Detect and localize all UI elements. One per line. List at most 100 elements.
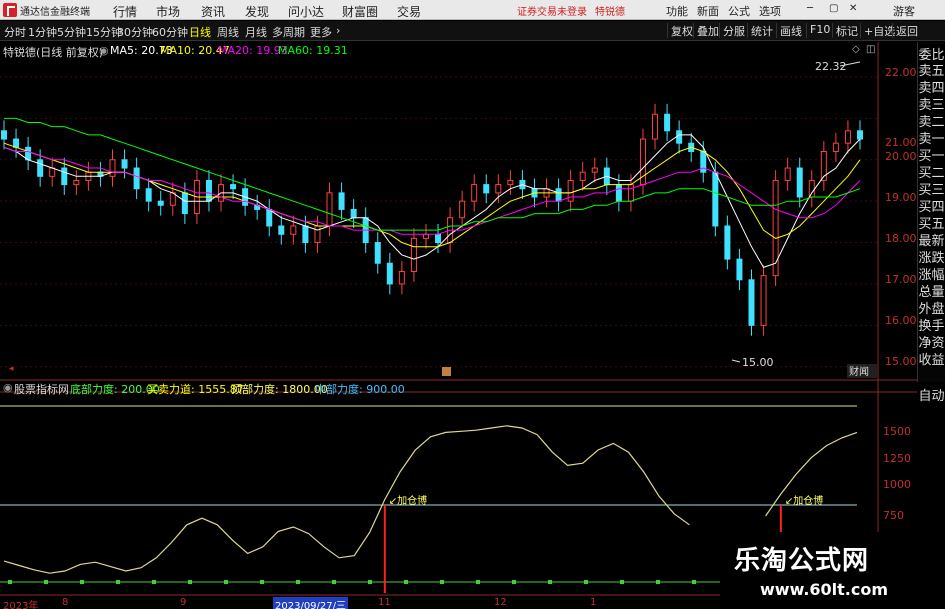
candle-body: [302, 225, 309, 244]
candle-body: [133, 167, 140, 190]
candle-body: [495, 184, 502, 194]
x-axis-cursor-label: 2023/09/27/三: [273, 597, 349, 609]
indicator-dot-icon: ◉: [3, 381, 13, 394]
scroll-left-icon[interactable]: ◂: [9, 364, 14, 374]
bottom-strength-dot: [44, 580, 48, 584]
bottom-strength-dot: [80, 580, 84, 584]
candle-body: [652, 113, 659, 140]
candle-body: [181, 192, 188, 215]
candle-body: [676, 130, 683, 144]
candle-body: [145, 188, 152, 202]
signal-label: ↙加仓博: [389, 494, 427, 507]
fin-badge[interactable]: 财闻: [849, 365, 869, 378]
candle-body: [784, 167, 791, 181]
bottom-strength-dot: [332, 580, 336, 584]
x-axis-label: 2023年: [3, 601, 39, 609]
candle-body: [386, 262, 393, 285]
candle-body: [712, 171, 719, 227]
legend-dot-icon: ◉: [99, 44, 109, 57]
indicator-tick: 1500: [883, 425, 911, 438]
bottom-strength-dot: [404, 580, 408, 584]
candle-body: [410, 237, 417, 273]
candle-body: [278, 225, 285, 235]
candle-body: [760, 275, 767, 326]
candle-body: [507, 179, 514, 186]
watermark-title: 乐淘公式网: [734, 546, 870, 576]
high-label: 22.32: [815, 60, 847, 73]
candle-body: [615, 184, 622, 202]
indicator-tick: 1250: [883, 452, 911, 465]
candle-body: [627, 184, 634, 202]
candle-body: [422, 233, 429, 239]
candle-body: [796, 167, 803, 198]
candle-body: [326, 192, 333, 227]
event-marker-icon[interactable]: [442, 367, 451, 376]
indicator-tick: 1000: [883, 478, 911, 491]
bottom-strength-dot: [656, 580, 660, 584]
bottom-strength-dot: [188, 580, 192, 584]
bottom-strength-dot: [296, 580, 300, 584]
watermark: 乐淘公式网 www.60lt.com: [720, 532, 930, 607]
candle-body: [772, 179, 779, 277]
bottom-strength-dot: [260, 580, 264, 584]
indicator-tick: 750: [883, 509, 904, 522]
candle-body: [808, 179, 815, 198]
candle-body: [724, 225, 731, 260]
bottom-strength-dot: [692, 580, 696, 584]
candle-body: [61, 167, 68, 186]
x-axis-label: 1: [590, 597, 597, 608]
price-tick: 20.00: [885, 150, 917, 163]
bottom-strength-dot: [440, 580, 444, 584]
candle-body: [73, 179, 80, 186]
price-tick: 19.00: [885, 191, 917, 204]
candle-body: [844, 130, 851, 144]
candle-body: [555, 188, 562, 202]
bottom-strength-dot: [620, 580, 624, 584]
candle-body: [25, 146, 32, 161]
side-item[interactable]: 收益: [918, 349, 945, 368]
bottom-strength-dot: [152, 580, 156, 584]
bottom-strength-dot: [368, 580, 372, 584]
mid-strength-legend: 中部力度: 900.00: [315, 383, 405, 396]
candle-body: [109, 159, 116, 177]
price-tick: 16.00: [885, 314, 917, 327]
candle-body: [483, 184, 490, 194]
candle-body: [121, 159, 128, 169]
candle-body: [157, 200, 164, 206]
candle-body: [857, 130, 863, 140]
pane-collapse-icon[interactable]: ◫: [866, 44, 875, 55]
bottom-strength-dot: [548, 580, 552, 584]
candle-body: [1, 130, 7, 140]
top-strength-legend: 顶部力度: 1800.00: [231, 383, 328, 396]
bottom-strength-dot: [116, 580, 120, 584]
candle-body: [350, 208, 357, 219]
indicator-name[interactable]: 股票指标网: [14, 381, 69, 397]
candle-body: [591, 167, 598, 173]
price-tick: 17.00: [885, 273, 917, 286]
auto-button[interactable]: 自动: [918, 385, 945, 404]
price-tick: 21.00: [885, 136, 917, 149]
ma60-legend: MA60: 19.31: [278, 44, 348, 57]
candle-body: [13, 138, 20, 148]
candle-body: [832, 142, 839, 152]
bottom-strength-dot: [512, 580, 516, 584]
candle-body: [169, 192, 176, 206]
candle-body: [664, 113, 671, 132]
candle-body: [459, 200, 466, 219]
candle-body: [314, 225, 321, 244]
x-axis-label: 11: [378, 597, 391, 608]
price-tick: 22.00: [885, 66, 917, 79]
candle-body: [579, 171, 586, 181]
candle-body: [230, 184, 237, 190]
price-tick: 15.00: [885, 355, 917, 368]
chart-canvas[interactable]: ↙加仓博 ↙加仓博 22.32 15.00 ◂ 财闻 ◇ ◫: [0, 0, 945, 609]
bottom-strength-dot: [224, 580, 228, 584]
x-axis-label: 12: [494, 597, 507, 608]
buysell-strength-legend: 买卖力道: 1555.87: [147, 383, 244, 396]
price-tick: 18.00: [885, 232, 917, 245]
candle-body: [338, 192, 345, 210]
candle-body: [471, 184, 478, 202]
diamond-icon[interactable]: ◇: [852, 44, 860, 55]
candle-body: [49, 167, 56, 177]
candle-body: [736, 258, 743, 281]
